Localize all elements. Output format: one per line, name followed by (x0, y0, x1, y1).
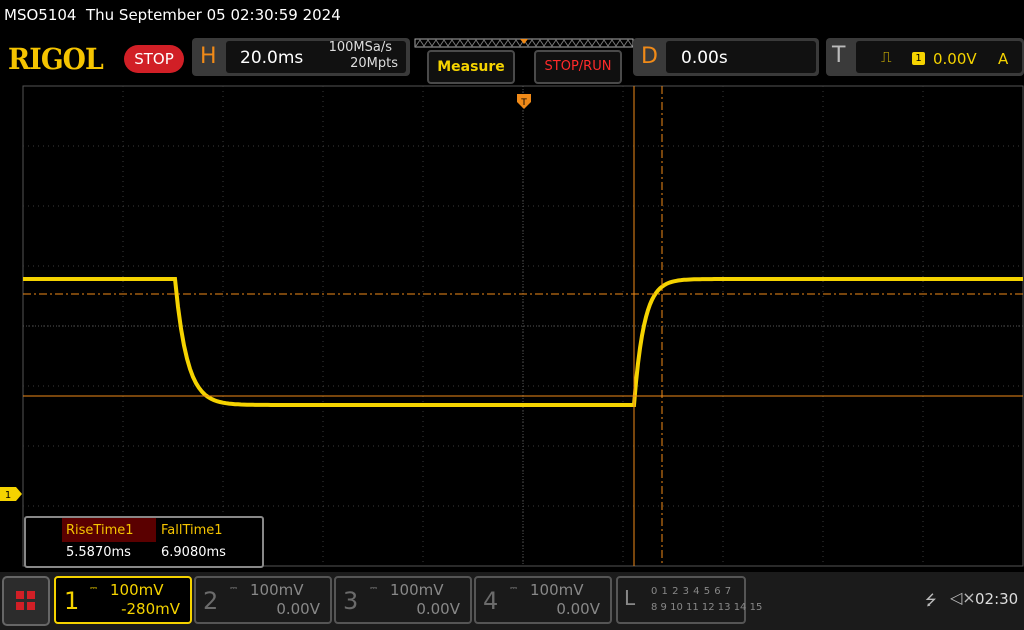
trigger-position-marker[interactable]: T (517, 94, 531, 109)
channel-1-number: 1 (64, 587, 80, 615)
device-title: MSO5104 Thu September 05 02:30:59 2024 (4, 6, 341, 24)
logic-analyzer-button[interactable] (616, 576, 746, 624)
logic-channels-row-2: 8 9 10 11 12 13 14 15 (651, 602, 763, 613)
channel-1-offset: -280mV (121, 600, 180, 618)
main-menu-button[interactable] (2, 576, 50, 626)
channel-2-number: 2 (203, 587, 219, 615)
dc-coupling-icon: ⎓ (230, 584, 238, 594)
trigger-mode[interactable]: A (998, 50, 1008, 68)
dc-coupling-icon: ⎓ (370, 584, 378, 594)
memory-depth: 20Mpts (350, 56, 398, 71)
fall-time-value: 6.9080ms (161, 545, 226, 560)
trigger-label: T (832, 43, 846, 68)
channel-4-number: 4 (483, 587, 499, 615)
horizontal-scale[interactable]: 20.0ms (240, 48, 303, 68)
rise-time-label: RiseTime1 (66, 523, 134, 538)
memory-position-bar[interactable] (414, 38, 634, 48)
usb-icon: ⭍ (925, 593, 937, 609)
clock: 02:30 (975, 590, 1019, 608)
channel-3-scale: 100mV (390, 581, 444, 599)
trigger-marker-label: T (520, 98, 527, 108)
rising-edge-icon: ⎍ (881, 48, 892, 66)
fall-time-label: FallTime1 (161, 523, 223, 538)
delay-value[interactable]: 0.00s (681, 48, 728, 68)
trigger-level[interactable]: 0.00V (933, 50, 977, 68)
logic-label: L (624, 586, 636, 610)
channel-4-scale: 100mV (530, 581, 584, 599)
sample-rate: 100MSa/s (328, 40, 392, 55)
channel-2-scale: 100mV (250, 581, 304, 599)
horizontal-label: H (200, 44, 217, 69)
grid-menu-icon (16, 591, 35, 610)
channel-1-ground-marker[interactable]: 1 (0, 487, 22, 501)
channel-4-offset: 0.00V (556, 600, 600, 618)
channel-1-scale: 100mV (110, 581, 164, 599)
run-status-badge[interactable]: STOP (124, 45, 184, 73)
logic-channels-row-1: 0 1 2 3 4 5 6 7 (651, 586, 732, 597)
delay-label: D (641, 44, 658, 69)
measure-button[interactable]: Measure (427, 50, 515, 84)
dc-coupling-icon: ⎓ (510, 584, 518, 594)
stop-run-button[interactable]: STOP/RUN (534, 50, 622, 84)
rise-time-value: 5.5870ms (66, 545, 131, 560)
speaker-muted-icon[interactable]: ◁× (950, 588, 976, 607)
rigol-logo: RIGOL (8, 42, 104, 76)
trigger-source: 1 (912, 52, 925, 65)
channel-3-number: 3 (343, 587, 359, 615)
waveform-display[interactable]: T 1 (0, 0, 1024, 572)
channel-2-offset: 0.00V (276, 600, 320, 618)
dc-coupling-icon: ⎓ (90, 584, 98, 594)
graticule-lines (23, 86, 1023, 566)
channel-1-marker-label: 1 (5, 490, 11, 501)
channel-3-offset: 0.00V (416, 600, 460, 618)
